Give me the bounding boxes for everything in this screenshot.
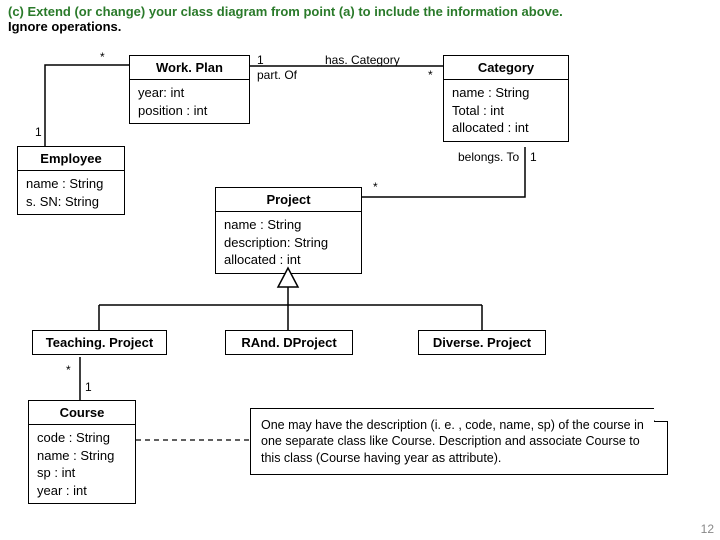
class-category-attrs: name : String Total : int allocated : in… bbox=[444, 80, 568, 141]
class-randd: RAnd. DProject bbox=[225, 330, 353, 355]
class-category-name: Category bbox=[444, 56, 568, 80]
class-course: Course code : String name : String sp : … bbox=[28, 400, 136, 504]
class-employee: Employee name : String s. SN: String bbox=[17, 146, 125, 215]
title-black: Ignore operations. bbox=[8, 19, 121, 34]
class-workplan: Work. Plan year: int position : int bbox=[129, 55, 250, 124]
class-diverse-name: Diverse. Project bbox=[419, 331, 545, 354]
class-randd-name: RAnd. DProject bbox=[226, 331, 352, 354]
mult-hascat-star: * bbox=[428, 68, 433, 82]
class-employee-attrs: name : String s. SN: String bbox=[18, 171, 124, 214]
role-belongs: belongs. To bbox=[458, 150, 519, 164]
mult-emp-star: * bbox=[100, 50, 105, 64]
class-project: Project name : String description: Strin… bbox=[215, 187, 362, 274]
note-text: One may have the description (i. e. , co… bbox=[261, 418, 644, 465]
note-fold-icon bbox=[654, 408, 668, 422]
class-course-attrs: code : String name : String sp : int yea… bbox=[29, 425, 135, 503]
class-diverse: Diverse. Project bbox=[418, 330, 546, 355]
class-teaching: Teaching. Project bbox=[32, 330, 167, 355]
role-partof: part. Of bbox=[257, 68, 297, 82]
slide-number: 12 bbox=[701, 522, 714, 536]
mult-emp-one: 1 bbox=[35, 125, 42, 139]
class-workplan-name: Work. Plan bbox=[130, 56, 249, 80]
class-project-attrs: name : String description: String alloca… bbox=[216, 212, 361, 273]
class-category: Category name : String Total : int alloc… bbox=[443, 55, 569, 142]
question-title: (c) Extend (or change) your class diagra… bbox=[8, 4, 563, 34]
class-teaching-name: Teaching. Project bbox=[33, 331, 166, 354]
mult-proj-star: * bbox=[373, 180, 378, 194]
class-employee-name: Employee bbox=[18, 147, 124, 171]
uml-note: One may have the description (i. e. , co… bbox=[250, 408, 668, 475]
mult-course-star: * bbox=[66, 363, 71, 377]
title-green: (c) Extend (or change) your class diagra… bbox=[8, 4, 563, 19]
class-course-name: Course bbox=[29, 401, 135, 425]
mult-belongs-one: 1 bbox=[530, 150, 537, 164]
class-project-name: Project bbox=[216, 188, 361, 212]
mult-partof-one: 1 bbox=[257, 53, 264, 67]
role-hascat: has. Category bbox=[325, 53, 400, 67]
class-workplan-attrs: year: int position : int bbox=[130, 80, 249, 123]
mult-course-one: 1 bbox=[85, 380, 92, 394]
